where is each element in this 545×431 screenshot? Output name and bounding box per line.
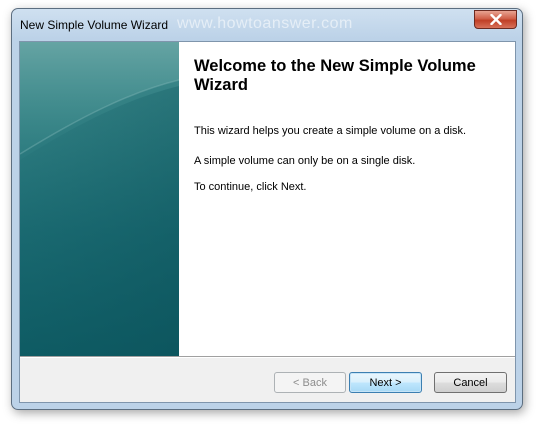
close-button[interactable]: [474, 10, 517, 29]
instruction-paragraph: To continue, click Next.: [194, 181, 307, 193]
back-button[interactable]: < Back: [274, 372, 346, 393]
button-bar-separator: [20, 356, 515, 358]
cancel-button[interactable]: Cancel: [434, 372, 507, 393]
watermark-text: www.howtoanswer.com: [177, 15, 353, 32]
info-paragraph: A simple volume can only be on a single …: [194, 155, 416, 167]
next-button[interactable]: Next >: [349, 372, 422, 393]
wizard-content-panel: Welcome to the New Simple Volume Wizard …: [179, 42, 515, 356]
window-title: New Simple Volume Wizard: [20, 18, 169, 32]
wizard-client-area: Welcome to the New Simple Volume Wizard …: [19, 41, 516, 403]
wizard-window: New Simple Volume Wizard www.howtoanswer…: [11, 8, 523, 410]
close-icon: [489, 14, 502, 25]
title-bar[interactable]: New Simple Volume Wizard www.howtoanswer…: [12, 9, 522, 42]
banner-swoosh-graphic: [20, 42, 179, 356]
wizard-side-banner: [20, 42, 179, 356]
intro-paragraph: This wizard helps you create a simple vo…: [194, 125, 467, 137]
page-heading: Welcome to the New Simple Volume Wizard: [194, 57, 476, 94]
